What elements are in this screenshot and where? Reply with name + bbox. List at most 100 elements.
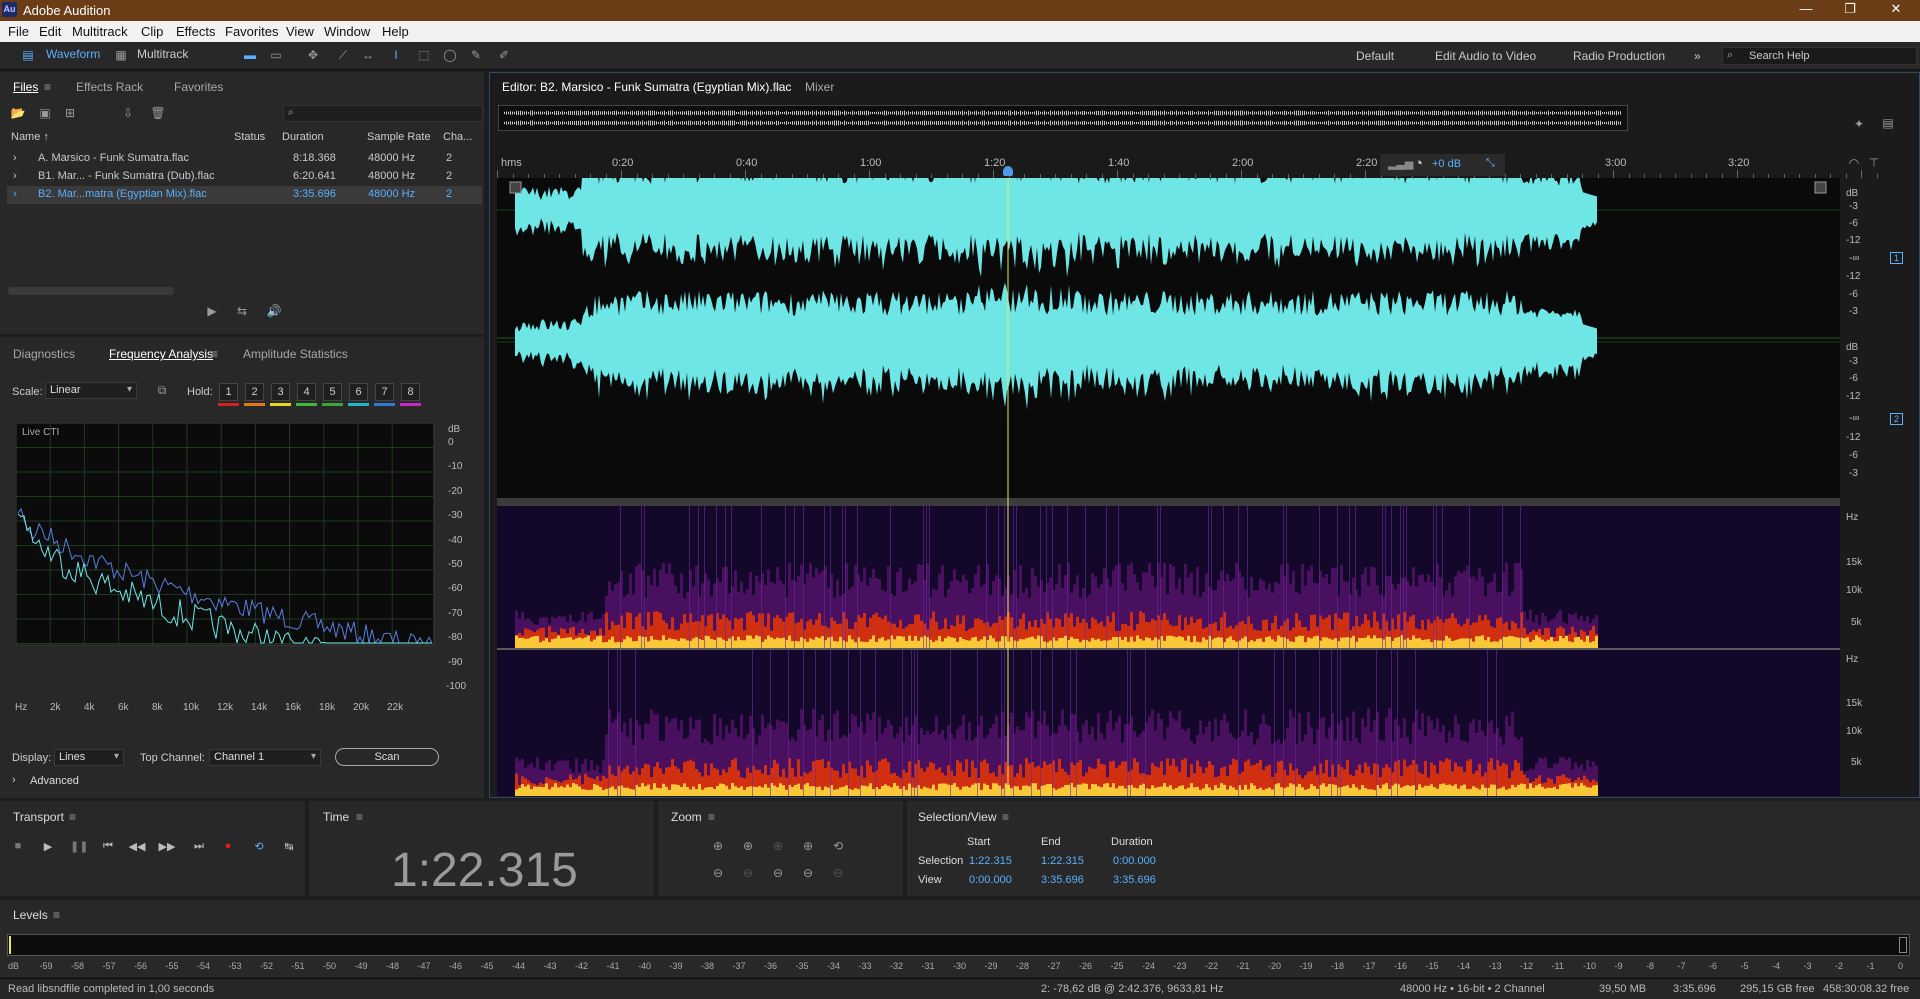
waveform-area[interactable] [497,178,1840,796]
overview-menu-icon[interactable]: ▤ [1880,116,1896,130]
zoom-in-point-icon[interactable]: ⊕ [770,839,786,853]
view-start[interactable]: 0:00.000 [969,874,1012,886]
marker-icon[interactable]: ⊤ [1866,156,1882,170]
marquee-tool-icon[interactable]: ⬚ [416,48,432,62]
minimize-button[interactable]: — [1786,1,1826,20]
hud-volume-control[interactable]: ▂▃▅ ◔ +0 dB ⤡ [1380,154,1505,176]
advanced-section-toggle[interactable]: Advanced [30,775,79,787]
multitrack-view-button[interactable]: Multitrack [137,47,188,61]
expand-chevron-icon[interactable]: › [13,170,17,182]
hold-button-7[interactable]: 7 [375,383,394,401]
selection-end[interactable]: 1:22.315 [1041,855,1084,867]
view-duration[interactable]: 3:35.696 [1113,874,1156,886]
tab-effects-rack[interactable]: Effects Rack [76,80,143,94]
move-tool-icon[interactable]: ✥ [305,48,321,62]
menu-edit[interactable]: Edit [39,24,61,39]
skip-to-end-icon[interactable]: ⏭ [190,840,208,854]
lasso-tool-icon[interactable]: ◯ [442,48,458,62]
menu-help[interactable]: Help [382,24,409,39]
tab-amplitude-statistics[interactable]: Amplitude Statistics [243,347,348,361]
column-status[interactable]: Status [234,131,265,143]
hold-button-1[interactable]: 1 [219,383,238,401]
pin-hud-icon[interactable]: ⤡ [1486,157,1495,170]
menu-favorites[interactable]: Favorites [225,24,278,39]
selection-start[interactable]: 1:22.315 [969,855,1012,867]
search-help-placeholder[interactable]: Search Help [1749,50,1810,62]
menu-view[interactable]: View [286,24,314,39]
tab-favorites[interactable]: Favorites [174,80,223,94]
menu-effects[interactable]: Effects [176,24,216,39]
menu-file[interactable]: File [8,24,29,39]
time-menu-icon[interactable]: ≡ [356,810,363,824]
hold-button-5[interactable]: 5 [323,383,342,401]
import-file-icon[interactable]: ▣ [37,106,53,120]
channel-2-badge[interactable]: 2 [1890,413,1904,425]
more-workspaces-button[interactable]: » [1694,49,1701,63]
files-horizontal-scrollbar[interactable] [8,287,174,295]
open-file-icon[interactable]: 📂 [10,106,26,120]
zoom-out-time-icon[interactable]: ⊖ [740,866,756,880]
expand-chevron-icon[interactable]: › [13,152,17,164]
spot-healing-tool-icon[interactable]: ✐ [496,48,512,62]
insert-into-multitrack-icon[interactable]: ⇩ [120,106,136,120]
zoom-navigator-icon[interactable]: ✦ [1851,117,1867,131]
play-icon[interactable]: ▶ [39,840,57,854]
selection-duration[interactable]: 0:00.000 [1113,855,1156,867]
workspace-default[interactable]: Default [1356,49,1394,63]
files-search-input[interactable]: ⌕ [283,105,483,122]
zoom-in-time-icon[interactable]: ⊕ [740,839,756,853]
editor-tab[interactable]: Editor: B2. Marsico - Funk Sumatra (Egyp… [502,80,791,94]
tab-frequency-analysis[interactable]: Frequency Analysis [109,347,213,361]
hold-button-2[interactable]: 2 [245,383,264,401]
playhead-marker-icon[interactable] [1003,166,1013,176]
hold-button-6[interactable]: 6 [349,383,368,401]
volume-value[interactable]: +0 dB [1432,158,1461,170]
delete-file-icon[interactable]: 🗑 [150,106,166,120]
clip-indicator[interactable] [1899,937,1907,953]
play-preview-icon[interactable]: ▶ [204,304,220,318]
view-end[interactable]: 3:35.696 [1041,874,1084,886]
zoom-out-selection-icon[interactable]: ⊖ [830,866,846,880]
scan-button[interactable]: Scan [335,748,439,766]
column-sample-rate[interactable]: Sample Rate [367,131,431,143]
file-row-selected[interactable]: › B2. Mar...matra (Egyptian Mix).flac 3:… [7,186,482,204]
autoplay-icon[interactable]: 🔊 [266,304,282,318]
time-selection-tool-icon[interactable]: I [388,48,404,62]
zoom-in-amplitude-icon[interactable]: ⊕ [710,839,726,853]
display-dropdown[interactable]: Lines [54,749,124,766]
frequency-panel-menu-icon[interactable]: ≡ [211,347,218,361]
tab-mixer[interactable]: Mixer [805,80,834,94]
file-row[interactable]: › B1. Mar... - Funk Sumatra (Dub).flac 6… [7,168,482,186]
stop-icon[interactable]: ■ [9,840,27,854]
volume-knob-icon[interactable]: ◔ [1414,155,1423,172]
levels-menu-icon[interactable]: ≡ [53,908,60,922]
time-display[interactable]: 1:22.315 [391,843,578,898]
new-file-icon[interactable]: ⊞ [62,106,78,120]
zoom-out-full-icon[interactable]: ⊖ [800,866,816,880]
maximize-button[interactable]: ❐ [1830,1,1870,20]
menu-window[interactable]: Window [324,24,370,39]
editor-panel-menu-icon[interactable]: ≡ [773,80,780,94]
spectral-display-icon[interactable]: ▭ [268,48,284,62]
zoom-toggle-icon[interactable]: ◠ [1846,156,1862,170]
copy-icon[interactable]: ⧉ [154,383,170,397]
search-help-box[interactable]: ⌕ Search Help [1722,47,1917,65]
razor-tool-icon[interactable]: ⟋ [335,48,351,62]
zoom-in-selection-icon[interactable]: ⊕ [800,839,816,853]
file-row[interactable]: › A. Marsico - Funk Sumatra.flac 8:18.36… [7,150,482,168]
scale-dropdown[interactable]: Linear [45,382,137,399]
hold-button-8[interactable]: 8 [401,383,420,401]
workspace-radio-production[interactable]: Radio Production [1573,49,1665,63]
rewind-icon[interactable]: ◀◀ [128,840,146,854]
tab-files[interactable]: Files [13,80,38,94]
expand-chevron-icon[interactable]: › [13,188,17,200]
transport-menu-icon[interactable]: ≡ [69,810,76,824]
top-channel-dropdown[interactable]: Channel 1 [209,749,321,766]
record-icon[interactable]: ● [219,840,237,854]
advanced-chevron-icon[interactable]: › [12,774,16,786]
menu-clip[interactable]: Clip [141,24,163,39]
workspace-edit-audio-to-video[interactable]: Edit Audio to Video [1435,49,1536,63]
loop-playback-icon[interactable]: ⟲ [250,840,268,854]
loop-preview-icon[interactable]: ⇆ [234,304,250,318]
skip-selection-icon[interactable]: ↹ [280,840,298,854]
